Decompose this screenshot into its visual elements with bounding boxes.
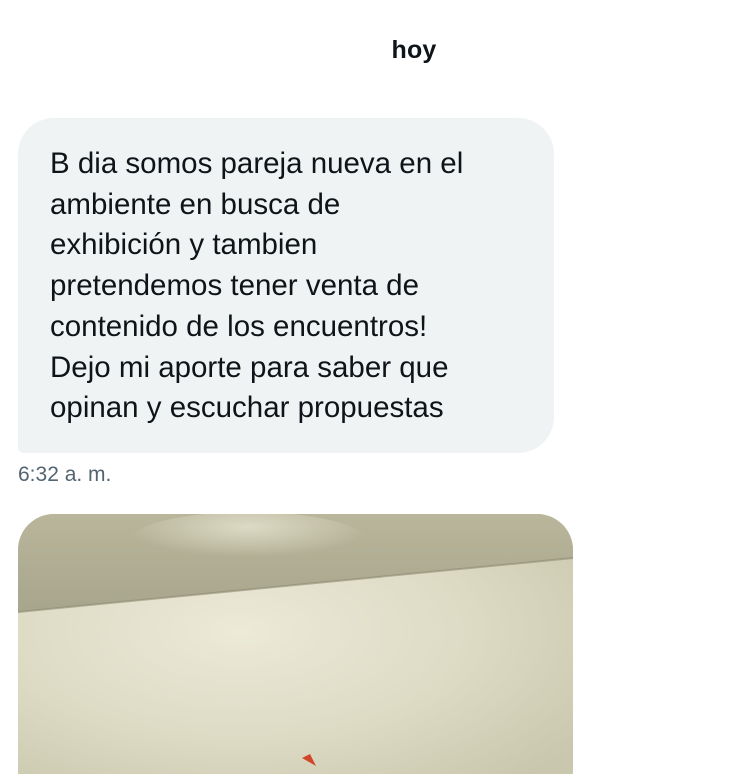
- message-text-line: exhibición y tambien: [50, 228, 318, 262]
- photo-image: [18, 514, 573, 774]
- message-photo[interactable]: [18, 514, 573, 774]
- message-text-line: ambiente en busca de: [50, 187, 341, 221]
- message-text-line: pretendemos tener venta de: [50, 269, 419, 303]
- message-text-line: Dejo mi aporte para saber que: [50, 350, 449, 384]
- message-text-line: opinan y escuchar propuestas: [50, 391, 444, 425]
- message-timestamp: 6:32 a. m.: [18, 463, 112, 486]
- date-divider: hoy: [391, 36, 437, 64]
- message-text-line: B dia somos pareja nueva en el: [50, 147, 464, 180]
- message-text-line: contenido de los encuentros!: [50, 309, 428, 343]
- message-bubble[interactable]: B dia somos pareja nueva en el ambiente …: [18, 118, 554, 453]
